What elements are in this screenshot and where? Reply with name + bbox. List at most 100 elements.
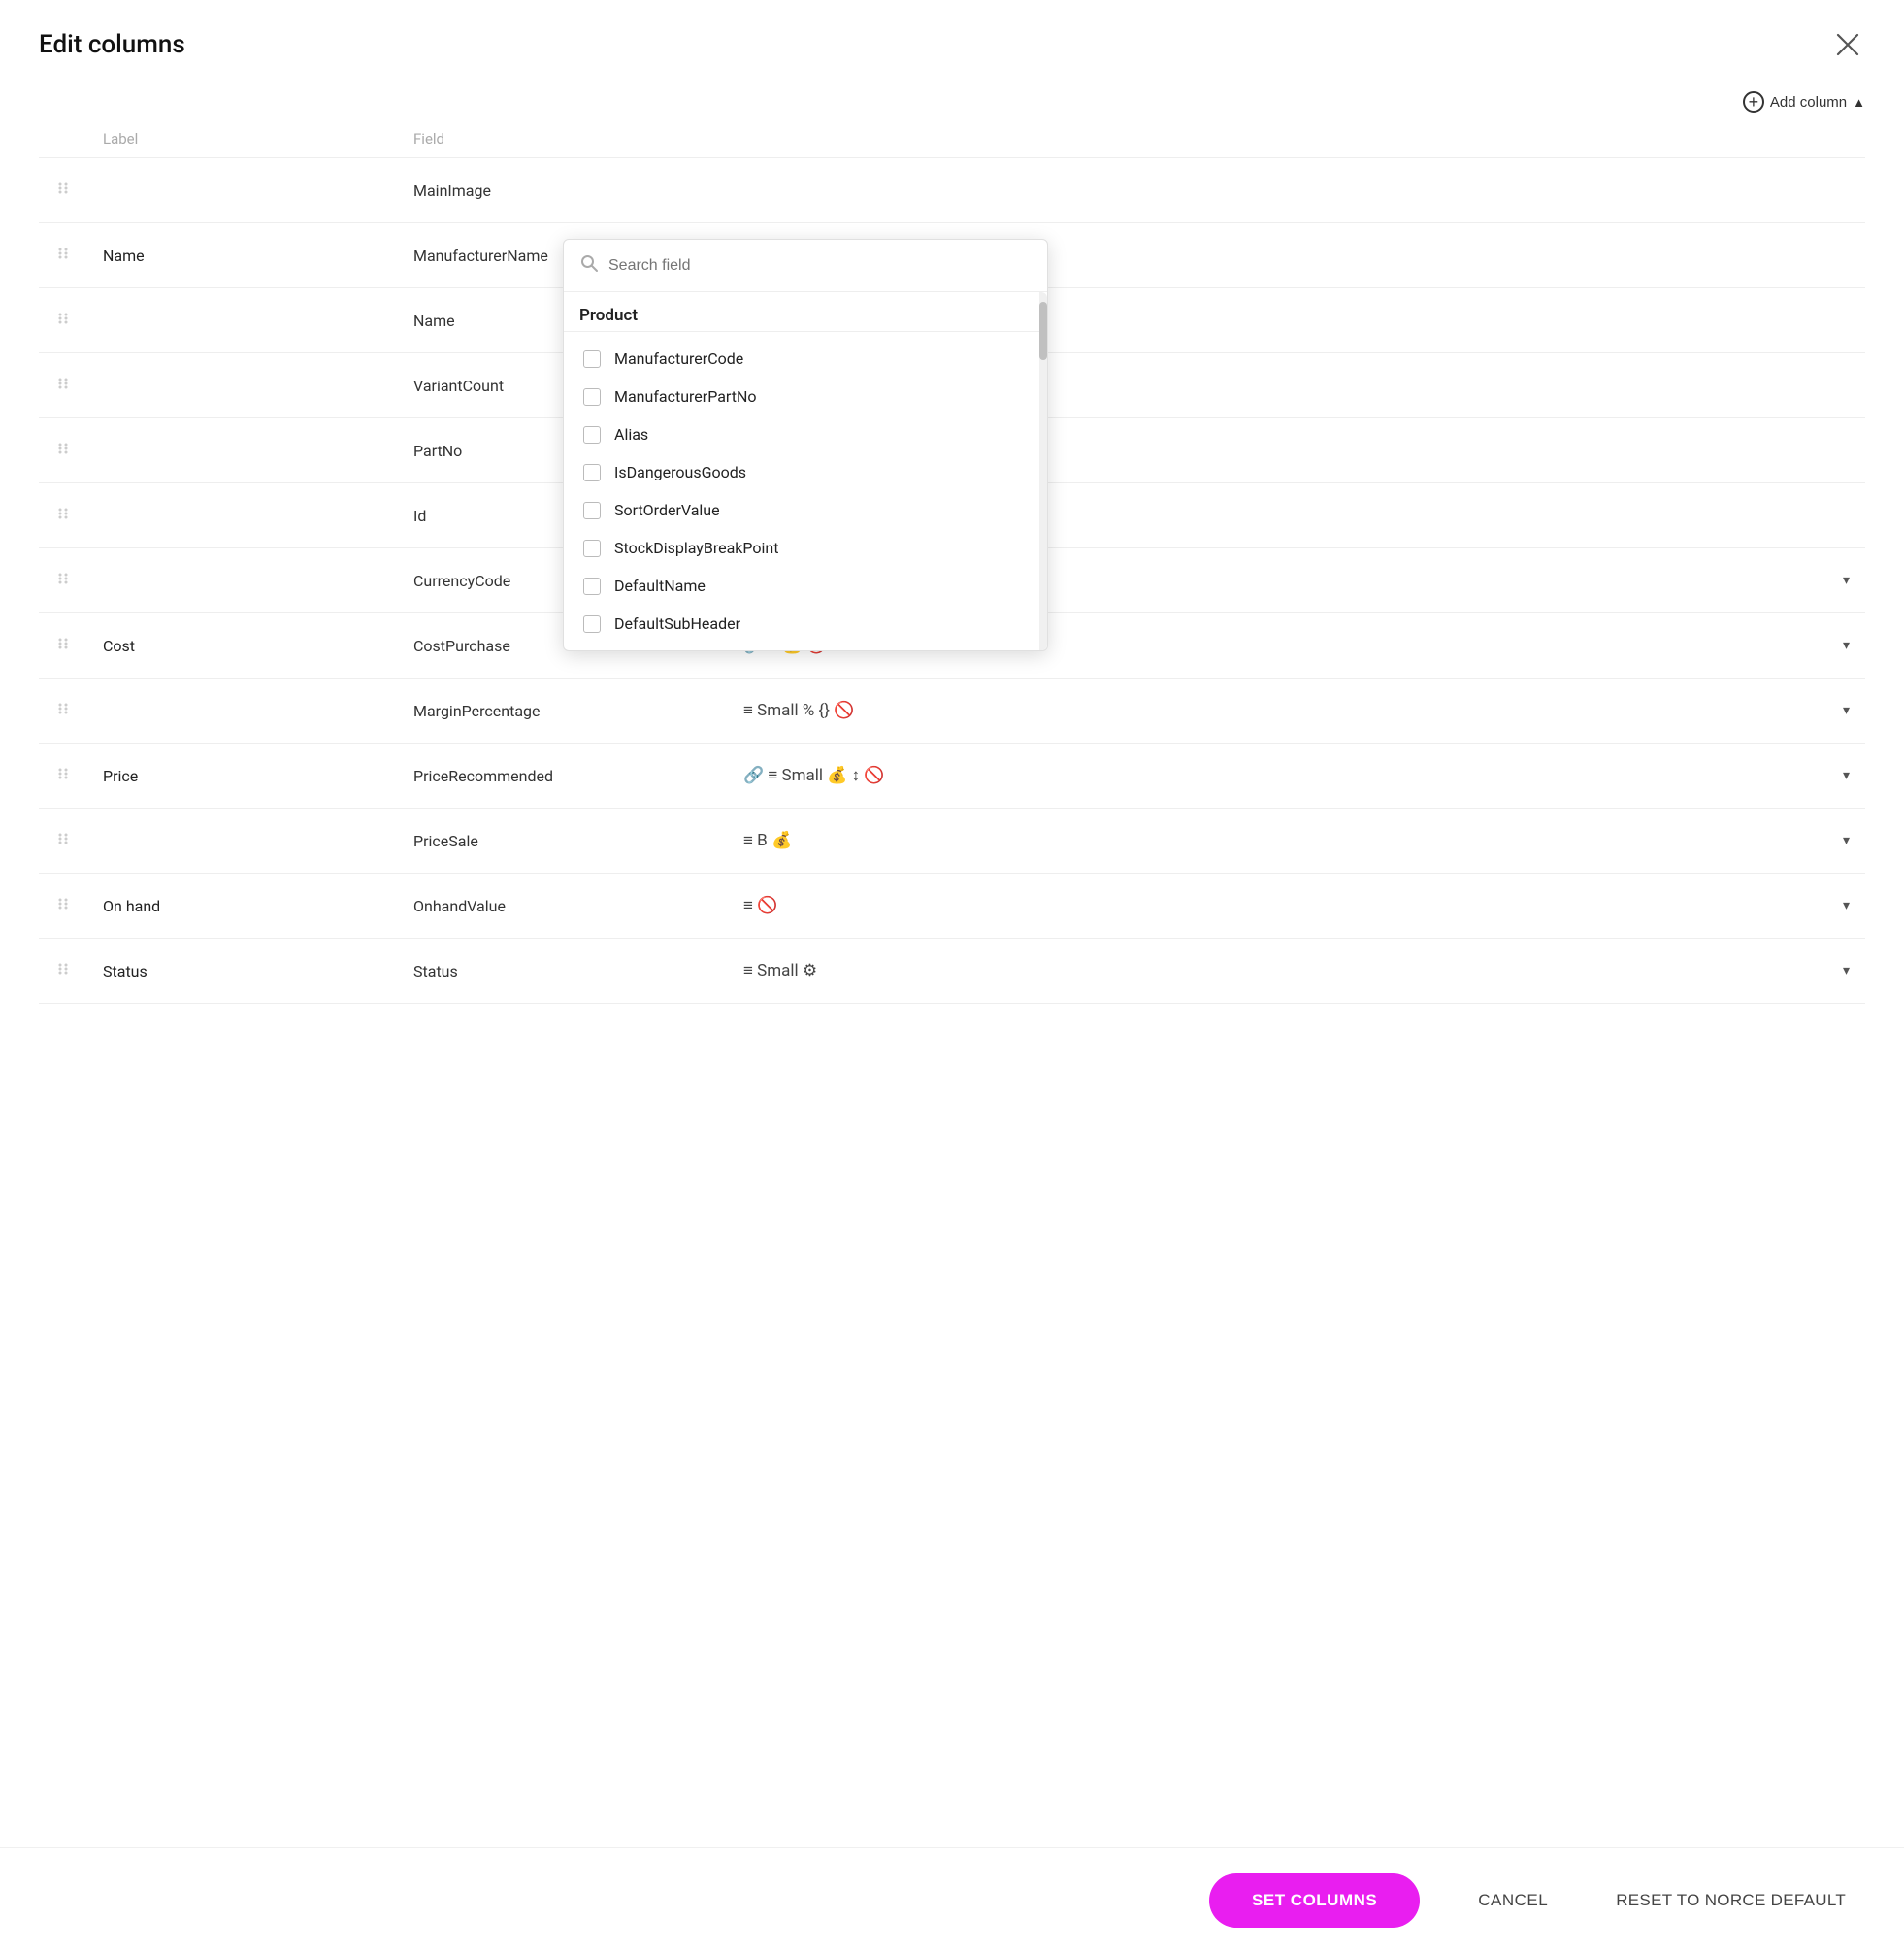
checkbox-defaultsubheader[interactable] — [583, 615, 601, 633]
table-row: On hand OnhandValue ≡ 🚫 ▾ — [39, 874, 1865, 939]
label-cell — [87, 679, 398, 744]
field-col-header: Field — [398, 122, 728, 158]
format-dropdown[interactable]: 🔗 ≡ Small 💰 ↕ 🚫 ▾ — [743, 766, 1850, 785]
format-icons: ≡ 🚫 — [743, 896, 777, 915]
dropdown-item-manufacturerpartno[interactable]: ManufacturerPartNo — [564, 378, 1047, 415]
field-cell: OnhandValue — [398, 874, 728, 939]
drag-col-header — [39, 122, 87, 158]
dropdown-scrollbar[interactable] — [1039, 292, 1047, 650]
drag-handle[interactable] — [39, 418, 87, 483]
checkbox-manufacturercode[interactable] — [583, 350, 601, 368]
drag-handle[interactable] — [39, 809, 87, 874]
label-cell — [87, 288, 398, 353]
drag-handle[interactable] — [39, 353, 87, 418]
label-cell: On hand — [87, 874, 398, 939]
format-cell[interactable]: ≡ Small % {} 🚫 ▾ — [728, 679, 1865, 744]
drag-handle[interactable] — [39, 483, 87, 548]
dropdown-search-bar — [564, 240, 1047, 292]
dropdown-items-list: ManufacturerCode ManufacturerPartNo Alia… — [564, 332, 1047, 650]
add-column-button[interactable]: + Add column ▲ — [1743, 91, 1865, 113]
dropdown-item-label: ManufacturerCode — [614, 349, 743, 368]
format-cell[interactable]: ≡ B 💰 ▾ — [728, 809, 1865, 874]
drag-handle[interactable] — [39, 679, 87, 744]
dropdown-scrollthumb[interactable] — [1039, 302, 1047, 360]
main-content: Product ManufacturerCode ManufacturerPar… — [0, 122, 1904, 1847]
plus-circle-icon: + — [1743, 91, 1764, 113]
checkbox-stockdisplaybreakpoint[interactable] — [583, 540, 601, 557]
drag-handle[interactable] — [39, 548, 87, 613]
chevron-down-icon: ▾ — [1843, 963, 1850, 978]
drag-handle[interactable] — [39, 223, 87, 288]
format-icons: ≡ Small % {} 🚫 — [743, 701, 854, 720]
format-icons: ≡ Small ⚙ — [743, 961, 817, 980]
search-field-input[interactable] — [608, 257, 1032, 275]
format-dropdown[interactable]: ≡ Small ⚙ ▾ — [743, 961, 1850, 980]
field-cell: PriceRecommended — [398, 744, 728, 809]
label-cell: Status — [87, 939, 398, 1004]
chevron-down-icon: ▾ — [1843, 898, 1850, 913]
format-icons: 🔗 ≡ Small 💰 ↕ 🚫 — [743, 766, 885, 785]
table-row: Status Status ≡ Small ⚙ ▾ — [39, 939, 1865, 1004]
set-columns-button[interactable]: SET COLUMNS — [1209, 1873, 1420, 1928]
drag-handle[interactable] — [39, 288, 87, 353]
table-row: PriceSale ≡ B 💰 ▾ — [39, 809, 1865, 874]
checkbox-manufacturerpartno[interactable] — [583, 388, 601, 406]
table-row: Price PriceRecommended 🔗 ≡ Small 💰 ↕ 🚫 ▾ — [39, 744, 1865, 809]
checkbox-alias[interactable] — [583, 426, 601, 444]
dropdown-item-isdangerousgoods[interactable]: IsDangerousGoods — [564, 453, 1047, 491]
field-cell: MainImage — [398, 158, 728, 223]
dropdown-item-label: DefaultSubHeader — [614, 614, 740, 633]
dropdown-item-label: ManufacturerPartNo — [614, 387, 757, 406]
label-col-header: Label — [87, 122, 398, 158]
checkbox-defaultname[interactable] — [583, 578, 601, 595]
format-cell[interactable]: ≡ 🚫 ▾ — [728, 874, 1865, 939]
format-cell[interactable]: ≡ Small ⚙ ▾ — [728, 939, 1865, 1004]
dropdown-item-stockdisplaybreakpoint[interactable]: StockDisplayBreakPoint — [564, 529, 1047, 567]
dropdown-item-manufacturercode[interactable]: ManufacturerCode — [564, 340, 1047, 378]
drag-handle[interactable] — [39, 874, 87, 939]
dropdown-item-defaultsubheader[interactable]: DefaultSubHeader — [564, 605, 1047, 643]
chevron-down-icon: ▾ — [1843, 638, 1850, 653]
dropdown-item-label: SortOrderValue — [614, 501, 720, 519]
drag-handle[interactable] — [39, 158, 87, 223]
cancel-button[interactable]: CANCEL — [1449, 1873, 1577, 1928]
modal-footer: SET COLUMNS CANCEL RESET TO NORCE DEFAUL… — [0, 1847, 1904, 1953]
label-cell: Price — [87, 744, 398, 809]
table-row: MainImage — [39, 158, 1865, 223]
format-col-header — [728, 122, 1865, 158]
drag-handle[interactable] — [39, 744, 87, 809]
checkbox-isdangerousgoods[interactable] — [583, 464, 601, 481]
format-icons: ≡ B 💰 — [743, 831, 792, 850]
dropdown-item-label: IsDangerousGoods — [614, 463, 746, 481]
checkbox-sortordervalue[interactable] — [583, 502, 601, 519]
dropdown-item-defaultname[interactable]: DefaultName — [564, 567, 1047, 605]
label-cell: Name — [87, 223, 398, 288]
edit-columns-modal: Edit columns + Add column ▲ — [0, 0, 1904, 1953]
table-row: MarginPercentage ≡ Small % {} 🚫 ▾ — [39, 679, 1865, 744]
field-dropdown: Product ManufacturerCode ManufacturerPar… — [563, 239, 1048, 651]
reset-button[interactable]: RESET TO NORCE DEFAULT — [1596, 1873, 1865, 1928]
label-cell — [87, 158, 398, 223]
field-cell: MarginPercentage — [398, 679, 728, 744]
dropdown-item-alias[interactable]: Alias — [564, 415, 1047, 453]
format-dropdown[interactable]: ≡ B 💰 ▾ — [743, 831, 1850, 850]
label-cell — [87, 809, 398, 874]
search-icon — [579, 253, 599, 278]
format-dropdown[interactable]: ≡ 🚫 ▾ — [743, 896, 1850, 915]
label-cell — [87, 548, 398, 613]
format-dropdown[interactable]: ≡ Small % {} 🚫 ▾ — [743, 701, 1850, 720]
format-cell[interactable]: 🔗 ≡ Small 💰 ↕ 🚫 ▾ — [728, 744, 1865, 809]
dropdown-item-sortordervalue[interactable]: SortOrderValue — [564, 491, 1047, 529]
add-column-label: Add column — [1770, 94, 1847, 111]
drag-handle[interactable] — [39, 939, 87, 1004]
close-icon[interactable] — [1830, 27, 1865, 62]
dropdown-item-label: DefaultName — [614, 577, 706, 595]
drag-handle[interactable] — [39, 613, 87, 679]
label-cell: Cost — [87, 613, 398, 679]
chevron-down-icon: ▾ — [1843, 768, 1850, 783]
modal-header: Edit columns — [0, 0, 1904, 82]
dropdown-item-label: Alias — [614, 425, 648, 444]
field-cell: Status — [398, 939, 728, 1004]
toolbar: + Add column ▲ — [0, 82, 1904, 122]
modal-title: Edit columns — [39, 30, 185, 59]
